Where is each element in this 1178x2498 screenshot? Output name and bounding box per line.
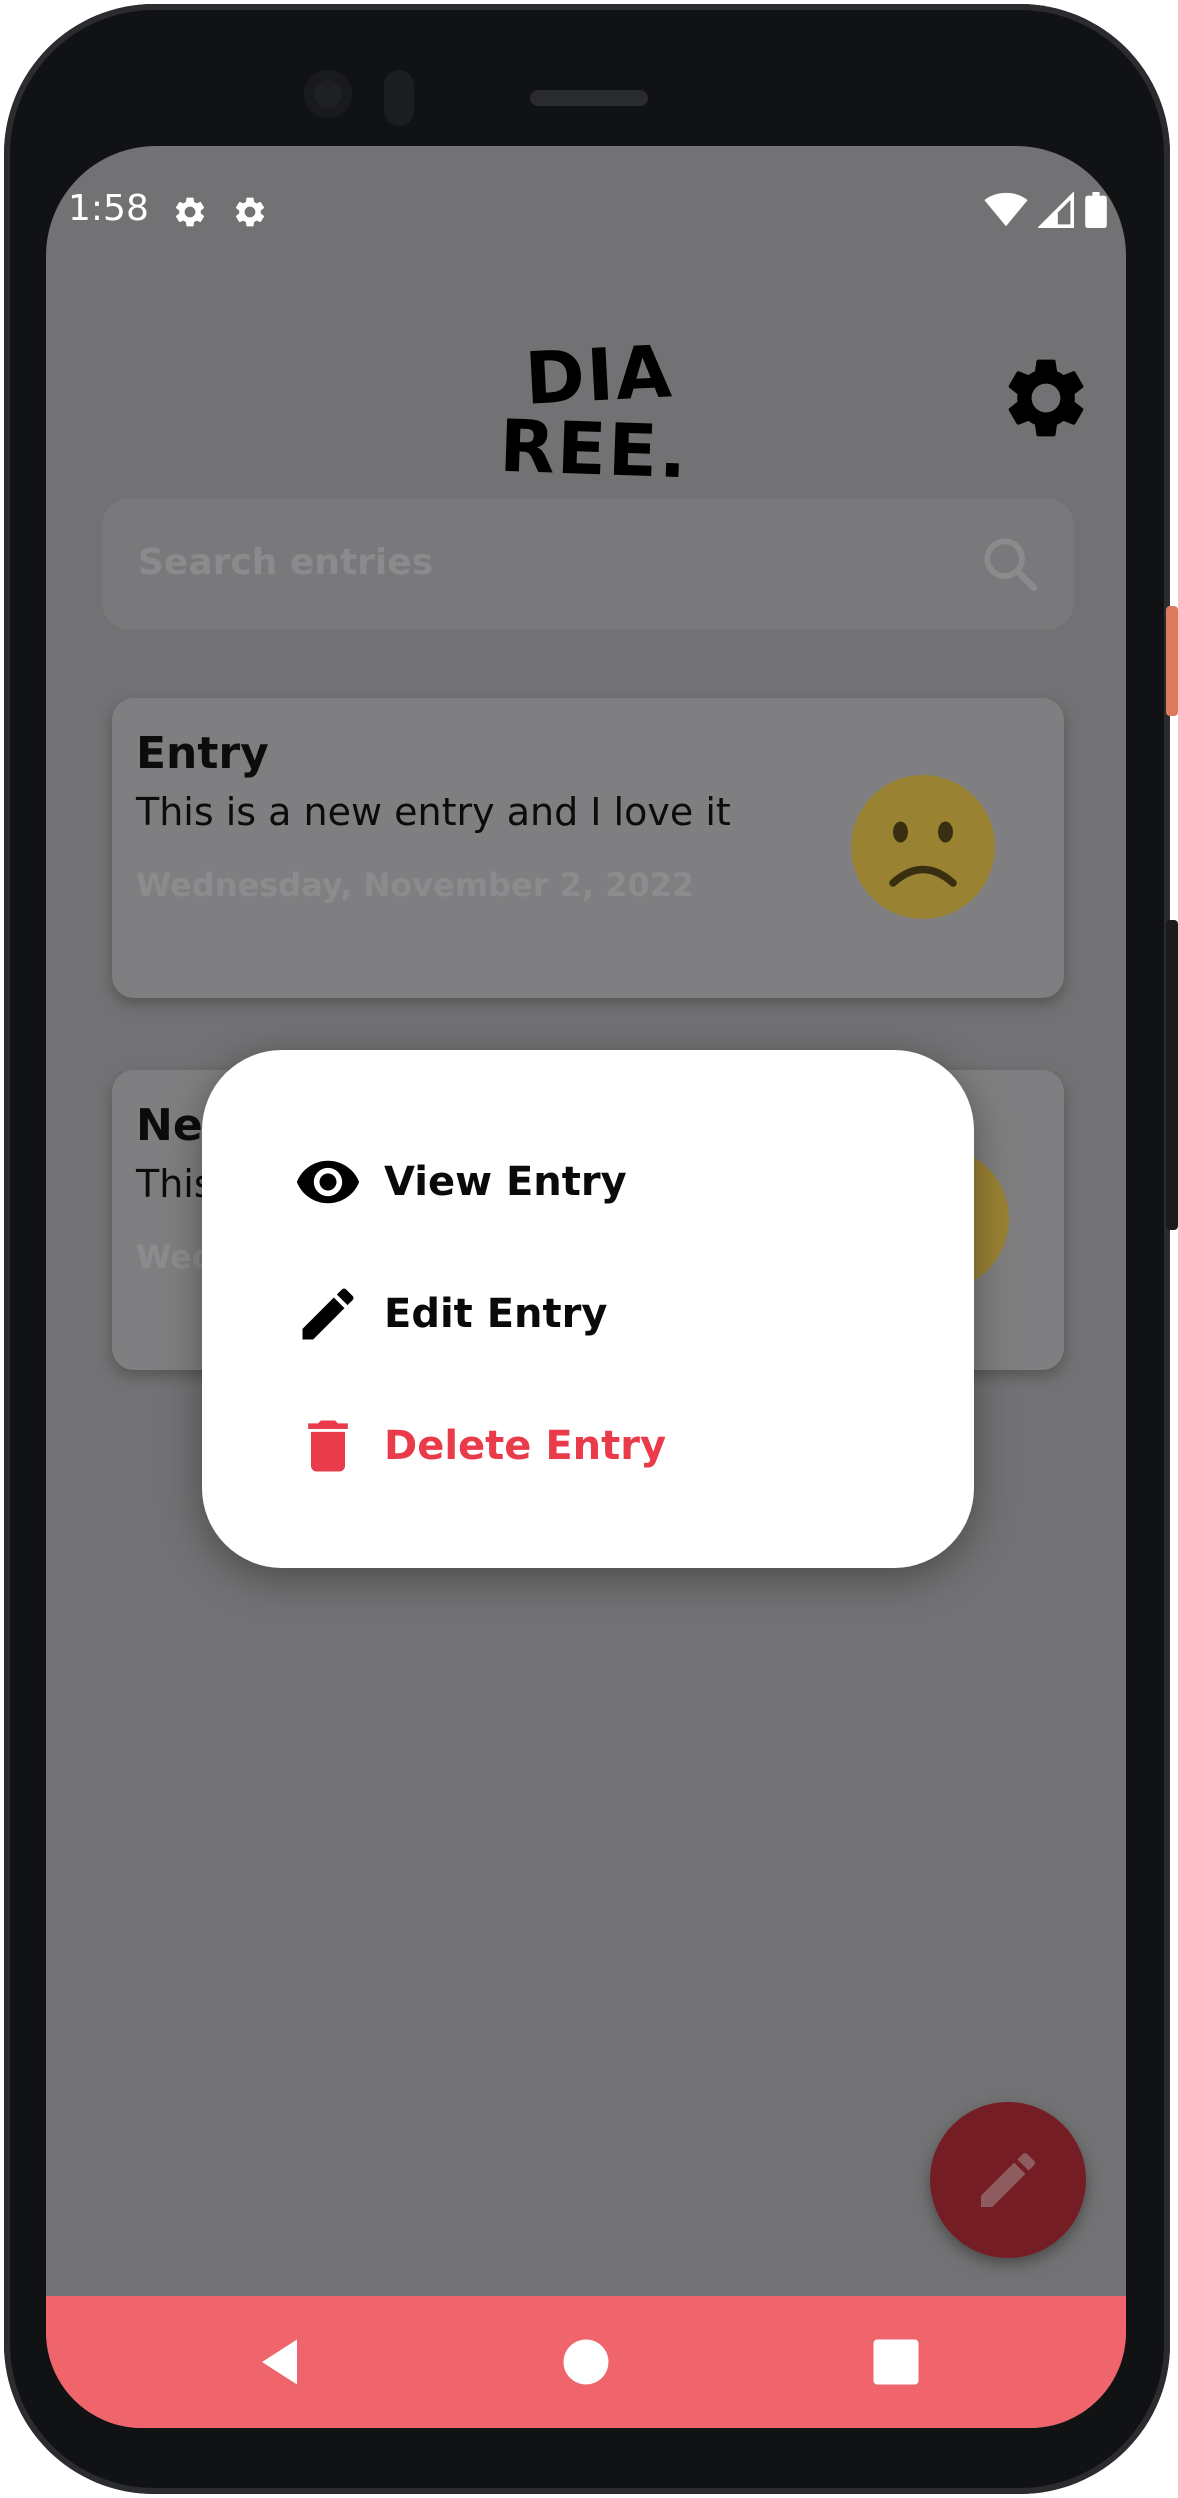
- settings-gear-icon[interactable]: [998, 350, 1094, 446]
- power-button[interactable]: [1166, 606, 1178, 716]
- home-icon[interactable]: [556, 2332, 616, 2392]
- gear-icon: [235, 197, 265, 227]
- edit-entry-label: Edit Entry: [384, 1291, 608, 1337]
- delete-entry-option[interactable]: Delete Entry: [294, 1406, 666, 1486]
- back-icon[interactable]: [252, 2332, 312, 2392]
- app-screen: 1:58 DIA REE. Search entries Entry This …: [46, 146, 1126, 2428]
- entry-card[interactable]: Entry This is a new entry and I love it …: [112, 698, 1064, 998]
- app-logo: DIA REE.: [498, 332, 690, 482]
- signal-icon: [1038, 192, 1074, 228]
- edit-entry-option[interactable]: Edit Entry: [294, 1274, 607, 1354]
- volume-rocker[interactable]: [1166, 920, 1178, 1230]
- delete-entry-label: Delete Entry: [384, 1423, 667, 1469]
- search-input[interactable]: Search entries: [138, 542, 433, 583]
- pencil-icon: [302, 1288, 354, 1340]
- trash-icon: [308, 1420, 348, 1472]
- gear-icon: [175, 197, 205, 227]
- search-icon[interactable]: [978, 532, 1042, 596]
- wifi-icon: [984, 192, 1028, 227]
- entry-options-menu: View Entry Edit Entry Delete Entry: [202, 1050, 974, 1568]
- status-time: 1:58: [68, 188, 149, 229]
- eye-icon: [296, 1160, 360, 1204]
- battery-icon: [1085, 192, 1107, 228]
- view-entry-label: View Entry: [384, 1159, 627, 1205]
- status-icons: [984, 192, 1108, 228]
- entry-text: This is a new entry and I love it: [136, 790, 731, 834]
- recents-icon[interactable]: [866, 2332, 926, 2392]
- view-entry-option[interactable]: View Entry: [294, 1142, 627, 1222]
- sad-face-icon: [851, 775, 995, 919]
- entry-date: Wednesday, November 2, 2022: [136, 866, 695, 904]
- new-entry-fab[interactable]: [930, 2102, 1086, 2258]
- status-bar: 1:58: [46, 146, 1126, 286]
- search-bar[interactable]: Search entries: [102, 498, 1074, 630]
- earpiece-speaker: [530, 90, 648, 106]
- camera-sensor: [384, 70, 414, 126]
- navigation-bar: [46, 2296, 1126, 2428]
- pencil-icon: [981, 2152, 1036, 2207]
- entry-title: Entry: [136, 728, 269, 779]
- front-camera: [304, 70, 352, 118]
- svg-text:REE.: REE.: [498, 404, 690, 482]
